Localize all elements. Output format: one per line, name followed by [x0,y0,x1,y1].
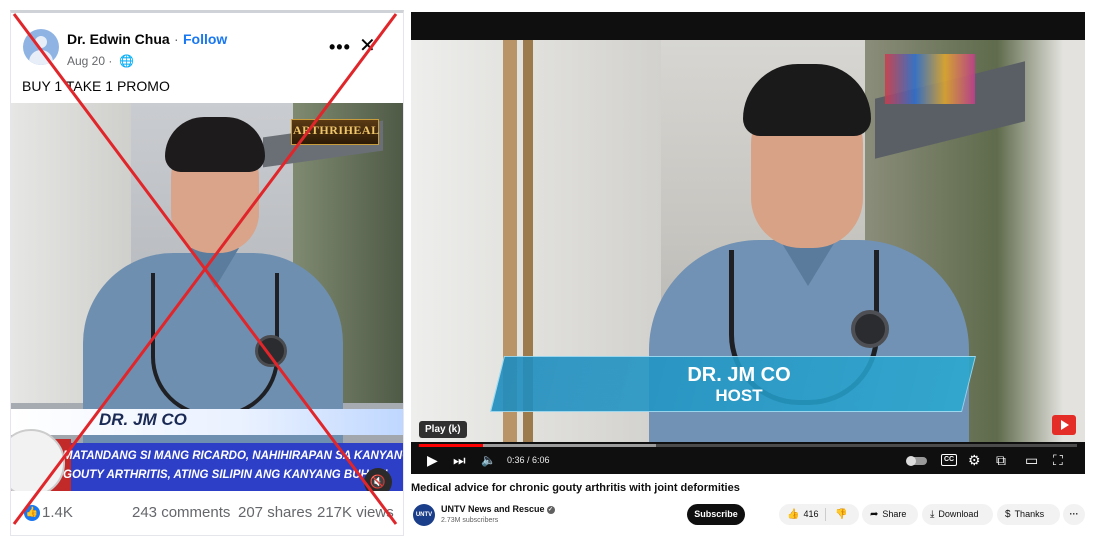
lower-third-role: HOST [715,386,763,405]
stethoscope-bell [851,310,889,348]
stethoscope-bell [255,335,287,367]
theater-mode-icon[interactable]: ▭ [1025,452,1038,468]
lower-third-name: DR. JM CO [687,364,791,386]
thumbs-down-icon[interactable]: 👎 [835,504,847,525]
next-icon[interactable]: ⏭ [453,452,466,468]
video-logo-text: ARTHRIHEAL [293,123,380,137]
download-button[interactable]: ⤓ Download [922,504,993,525]
channel-name[interactable]: UNTV News and Rescue ✓ [441,504,555,514]
video-title: Medical advice for chronic gouty arthrit… [411,482,740,494]
download-label: Download [938,509,979,519]
thanks-label: Thanks [1014,509,1045,519]
comment-count[interactable]: 243 comments [132,504,230,521]
subscriber-count: 2.73M subscribers [441,517,499,524]
fullscreen-icon[interactable]: ⛶ [1053,452,1063,468]
share-icon: ➦ [870,509,879,520]
lower-third-bar [11,409,403,435]
time-display: 0:36 / 6:06 [507,455,550,465]
video-player[interactable]: DR. JM CO HOST Play (k) ▶ ⏭ 🔈 0:36 / 6:0… [411,12,1085,474]
share-button[interactable]: ➦ Share [862,504,918,525]
close-icon[interactable]: ✕ [359,33,376,58]
thanks-icon: $ [1005,509,1011,520]
verified-check-icon: ✓ [546,505,555,514]
video-background-laundry [885,54,975,104]
post-video[interactable]: ARTHRIHEAL DR. JM CO MATANDANG SI MANG R… [11,103,403,491]
follow-button[interactable]: Follow [183,31,227,47]
more-actions-button[interactable]: ··· [1063,504,1085,525]
miniplayer-icon[interactable]: ⧉ [996,452,1006,468]
progress-played [419,444,483,447]
player-controls: ▶ ⏭ 🔈 0:36 / 6:06 CC ⚙ ⧉ ▭ ⛶ [411,448,1085,474]
channel-name-text[interactable]: UNTV News and Rescue [441,504,545,514]
volume-icon[interactable]: 🔈 [481,452,496,468]
like-reaction-icon: 👍 [24,505,40,521]
like-count: 416 [803,509,819,519]
like-divider [825,508,826,521]
captions-icon[interactable]: CC [941,454,957,466]
globe-icon: 🌐 [119,54,134,68]
news-ticker-text: MATANDANG SI MANG RICARDO, NAHIHIRAPAN S… [63,447,403,485]
ticker-line-1: MATANDANG SI MANG RICARDO, NAHIHIRAPAN S… [63,450,403,462]
author-avatar[interactable] [23,29,59,65]
youtube-watch-panel: DR. JM CO HOST Play (k) ▶ ⏭ 🔈 0:36 / 6:0… [411,12,1085,534]
subscribe-button[interactable]: Subscribe [687,504,745,525]
ticker-line-2: GOUTY ARTHRITIS, ATING SILIPIN ANG KANYA… [63,469,388,481]
mute-icon[interactable]: 🔇 [364,468,392,491]
channel-watermark-icon[interactable] [1052,415,1076,435]
post-engagement-bar: 👍 1.4K 243 comments 207 shares 217K view… [11,491,403,535]
presenter-hair [743,64,871,136]
reaction-count[interactable]: 1.4K [42,504,73,521]
view-count: 217K views [317,504,394,521]
share-label: Share [882,509,907,519]
post-text: BUY 1 TAKE 1 PROMO [22,78,170,94]
play-icon[interactable]: ▶ [427,452,438,468]
facebook-post: Dr. Edwin Chua · Follow Aug 20 · 🌐 ••• ✕… [10,10,404,536]
download-icon: ⤓ [930,509,935,520]
more-options-icon[interactable]: ••• [329,37,351,58]
author-name[interactable]: Dr. Edwin Chua [67,31,170,47]
thumbs-up-icon[interactable]: 👍 [787,504,799,525]
presenter-hair [165,117,265,172]
channel-avatar[interactable]: UNTV [413,504,435,526]
play-tooltip: Play (k) [419,421,467,438]
share-count[interactable]: 207 shares [238,504,312,521]
settings-gear-icon[interactable]: ⚙ [968,452,981,468]
lower-third-name: DR. JM CO [99,410,187,429]
name-separator: · [174,31,179,47]
like-dislike-button[interactable]: 👍 416 👎 [779,504,859,525]
autoplay-toggle[interactable] [906,456,927,466]
post-date[interactable]: Aug 20 · [67,54,112,68]
thanks-button[interactable]: $ Thanks [997,504,1060,525]
